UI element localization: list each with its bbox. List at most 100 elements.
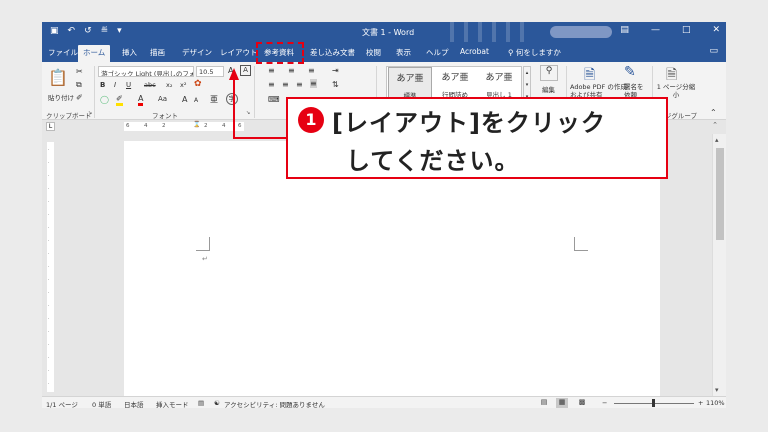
collapse-ribbon-icon[interactable]: ⌃ [710,108,717,117]
ruler-tick: 2 [204,123,208,129]
touch-mode-icon[interactable]: ≝ [101,26,109,37]
line-spacing-icon[interactable]: ⇅ [332,80,339,89]
ribbon-display-icon[interactable]: ▤ [620,25,629,35]
tab-mailings[interactable]: 差し込み文書 [310,47,355,58]
clear-format-icon[interactable]: A [240,65,251,76]
tab-draw[interactable]: 描画 [150,47,165,58]
format-painter-icon[interactable]: ✐ [76,93,83,102]
vertical-ruler-tick: · [48,226,50,231]
print-layout-icon[interactable]: ▦ [556,398,568,408]
scroll-down-icon[interactable]: ▾ [715,386,719,394]
bold-button[interactable]: B [100,81,105,89]
grow-font-button[interactable]: A [182,95,187,104]
bullets-icon[interactable]: ≡ [268,66,275,75]
word-window: ▣ ↶ ↺ ≝ ▾ 文書 1 - Word ▤ — □ ✕ ファイル ホーム 挿… [42,22,726,408]
signature-icon[interactable]: ✎ [624,64,636,80]
font-size-field[interactable]: 10.5 [196,66,224,77]
highlight-color-icon[interactable]: ✐ [116,94,123,106]
tab-insert[interactable]: 挿入 [122,47,137,58]
accessibility-status[interactable]: アクセシビリティ: 問題ありません [224,399,325,408]
scrollbar-thumb[interactable] [716,148,724,240]
vertical-scrollbar[interactable]: ▴ ▾ [712,134,726,396]
zoom-slider-thumb[interactable] [652,399,656,407]
search-icon[interactable]: ⚲ [540,65,558,81]
align-center-icon[interactable]: ≡ [282,80,289,89]
word-count[interactable]: 0 単語 [92,399,111,408]
tab-selector[interactable]: L [46,122,55,131]
phonetic-guide-icon[interactable]: 亜 [210,94,218,105]
web-layout-icon[interactable]: ▩ [576,398,588,408]
crop-mark-left [196,237,210,251]
justify-icon[interactable]: ≡ [310,79,317,88]
copy-icon[interactable]: ⧉ [76,80,82,90]
font-name-field[interactable]: 游ゴシック Light (見出しのフォ [98,66,194,77]
page-count[interactable]: 1/1 ページ [46,399,78,408]
enclose-character-icon[interactable]: 字 [226,93,238,105]
signature-label[interactable]: 署名を依頼 [624,83,648,97]
font-launcher-icon[interactable]: ↘ [246,110,250,116]
text-effects-icon[interactable]: ✿ [194,79,202,89]
step-number: 1 [298,107,324,133]
clipboard-launcher-icon[interactable]: ↘ [88,110,92,116]
font-color-button[interactable]: A [138,94,144,106]
lightbulb-icon: ⚲ [508,48,514,57]
tab-help[interactable]: ヘルプ [426,47,449,58]
tab-home[interactable]: ホーム [78,45,111,62]
grow-font-icon[interactable]: A [228,66,233,75]
editing-label[interactable]: 編集 [542,84,555,94]
strikethrough-button[interactable]: abc [144,81,156,89]
vertical-ruler-tick: · [48,330,50,335]
change-case-button[interactable]: Aa [158,95,167,103]
subscript-button[interactable]: x₂ [166,81,172,89]
tell-me-label: 何をしますか [515,48,561,57]
align-left-icon[interactable]: ≡ [268,80,275,89]
undo-icon[interactable]: ↶ [68,26,76,37]
text-effect-button[interactable]: ◯ [100,95,109,104]
paste-label[interactable]: 貼り付け [48,92,74,102]
indent-icon[interactable]: ⇥ [332,66,339,75]
zoom-out-button[interactable]: − [602,399,607,407]
multilevel-list-icon[interactable]: ≡ [308,66,315,75]
tab-design[interactable]: デザイン [182,47,212,58]
customize-qat-icon[interactable]: ▾ [117,26,122,37]
tell-me-search[interactable]: ⚲ 何をしますか [508,47,561,58]
ruler-tick: 6 [238,123,242,129]
paste-icon[interactable]: 📋 [48,68,68,87]
numbering-icon[interactable]: ≡ [288,66,295,75]
document-page[interactable]: ↵ [124,141,660,396]
comment-icon[interactable]: ▭ [709,46,718,56]
shading-icon[interactable]: ⌨ [268,95,280,104]
zoom-level[interactable]: 110% [706,399,725,407]
font-group-label: フォント [152,112,178,120]
language-status[interactable]: 日本語 [124,399,144,408]
tab-review[interactable]: 校閲 [366,47,381,58]
adobe-pdf-label[interactable]: Adobe PDF の作成および共有 [570,83,628,97]
tab-file[interactable]: ファイル [48,47,78,58]
close-icon[interactable]: ✕ [712,25,720,35]
vertical-ruler-tick: · [48,213,50,218]
maximize-icon[interactable]: □ [682,25,691,35]
chevron-up-icon[interactable]: ⌃ [712,121,718,129]
insert-mode-status[interactable]: 挿入モード [156,399,189,408]
account-avatar[interactable] [550,26,612,38]
vertical-ruler[interactable]: · · · · · · · · · · · · · · · · · · · [47,142,54,392]
indent-marker-icon[interactable]: ⌛ [193,121,200,128]
horizontal-ruler[interactable]: 6 4 2 2 4 6 ⌛ [124,121,244,131]
zoom-in-button[interactable]: + [698,399,703,407]
align-right-icon[interactable]: ≡ [296,80,303,89]
tab-layout[interactable]: レイアウト [220,47,258,58]
scroll-up-icon[interactable]: ▴ [715,136,719,144]
cut-icon[interactable]: ✂ [76,67,83,76]
tab-view[interactable]: 表示 [396,47,411,58]
underline-button[interactable]: U [126,81,131,89]
minimize-icon[interactable]: — [651,25,660,35]
read-mode-icon[interactable]: ▤ [538,398,550,408]
save-icon[interactable]: ▣ [50,26,59,37]
vertical-ruler-tick: · [48,278,50,283]
italic-button[interactable]: I [114,81,116,89]
macro-icon[interactable]: ▤ [198,399,204,407]
superscript-button[interactable]: x² [180,81,186,89]
shrink-font-button[interactable]: A [194,97,198,104]
tab-acrobat[interactable]: Acrobat [460,47,489,56]
redo-icon[interactable]: ↺ [84,26,92,37]
